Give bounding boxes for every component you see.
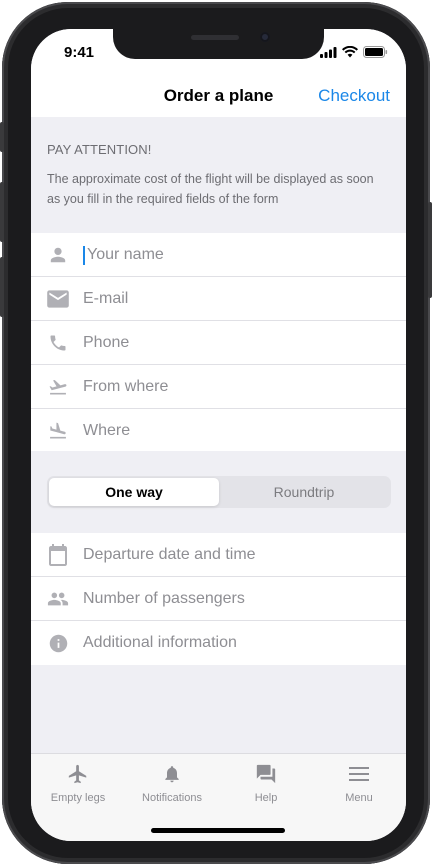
from-where-input[interactable] (83, 365, 383, 409)
people-icon (47, 588, 69, 610)
power-button (428, 202, 432, 298)
where-input[interactable] (83, 409, 383, 453)
status-time: 9:41 (64, 44, 95, 61)
from-row[interactable] (31, 365, 406, 409)
battery-icon (363, 46, 388, 58)
name-input[interactable] (87, 233, 387, 277)
screen: 9:41 Order a plane Checkout PAY ATTENTIO… (31, 29, 406, 841)
mail-icon (47, 288, 69, 310)
menu-icon (349, 767, 369, 781)
info-icon (47, 632, 69, 654)
where-row[interactable] (31, 409, 406, 453)
volume-down-button (0, 257, 4, 317)
tab-notifications[interactable]: Notifications (125, 761, 219, 804)
trip-type-segmented-control: One way Roundtrip (47, 476, 391, 508)
attention-heading: PAY ATTENTION! (47, 142, 152, 157)
volume-up-button (0, 182, 4, 242)
phone-icon (47, 332, 69, 354)
tab-label: Menu (345, 792, 373, 804)
flight-details-form (31, 533, 406, 665)
notch (113, 29, 324, 59)
name-row[interactable] (31, 233, 406, 277)
person-icon (47, 244, 69, 266)
phone-row[interactable] (31, 321, 406, 365)
additional-info-row[interactable] (31, 621, 406, 665)
signal-icon (320, 46, 337, 58)
attention-text: The approximate cost of the flight will … (47, 172, 374, 206)
attention-notice: PAY ATTENTION! The approximate cost of t… (31, 117, 406, 233)
departure-date-input[interactable] (83, 533, 383, 577)
home-indicator (151, 828, 285, 833)
email-row[interactable] (31, 277, 406, 321)
flight-land-icon (47, 420, 69, 442)
mute-switch (0, 122, 4, 152)
departure-row[interactable] (31, 533, 406, 577)
phone-input[interactable] (83, 321, 383, 365)
roundtrip-segment[interactable]: Roundtrip (219, 478, 389, 506)
phone-frame: 9:41 Order a plane Checkout PAY ATTENTIO… (0, 2, 432, 864)
tab-label: Notifications (142, 792, 202, 804)
contact-route-form (31, 233, 406, 453)
tab-empty-legs[interactable]: Empty legs (31, 761, 125, 804)
flight-takeoff-icon (47, 376, 69, 398)
checkout-button[interactable]: Checkout (318, 86, 390, 106)
one-way-segment[interactable]: One way (49, 478, 219, 506)
navigation-bar: Order a plane Checkout (31, 73, 406, 117)
chat-icon (256, 764, 276, 784)
tab-label: Help (254, 792, 278, 804)
passengers-row[interactable] (31, 577, 406, 621)
email-input[interactable] (83, 277, 383, 321)
trip-type-section: One way Roundtrip (31, 451, 406, 533)
text-cursor (83, 246, 85, 265)
wifi-icon (342, 46, 358, 58)
tab-label: Empty legs (50, 792, 106, 804)
speaker (191, 35, 239, 40)
passengers-input[interactable] (83, 577, 383, 621)
camera (260, 32, 270, 42)
bell-icon (165, 766, 179, 783)
airplane-icon (68, 764, 87, 784)
calendar-icon (47, 544, 69, 566)
additional-info-input[interactable] (83, 621, 383, 665)
tab-help[interactable]: Help (219, 761, 313, 804)
tab-menu[interactable]: Menu (312, 761, 406, 804)
status-icons (320, 46, 388, 58)
